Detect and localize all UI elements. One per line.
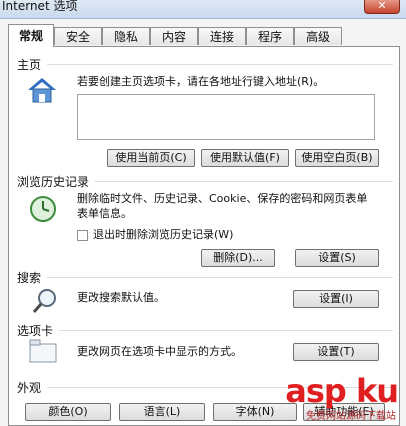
general-tab-panel: 主页 若要创建主页选项卡，请在各地址行键入地址(R)。 使用当前页(C) 使用默… [8, 46, 400, 426]
search-description: 更改搜索默认值。 [77, 291, 165, 304]
languages-button[interactable]: 语言(L) [119, 403, 205, 421]
tab-content[interactable]: 内容 [150, 27, 198, 45]
homepage-address-input[interactable] [77, 94, 375, 140]
use-default-button[interactable]: 使用默认值(F) [201, 149, 289, 167]
use-current-button[interactable]: 使用当前页(C) [107, 149, 195, 167]
homepage-description: 若要创建主页选项卡，请在各地址行键入地址(R)。 [77, 75, 325, 88]
tab-general[interactable]: 常规 [8, 24, 54, 47]
watermark-subtitle: 免费网站源码下载站 [306, 411, 396, 422]
tab-security[interactable]: 安全 [54, 27, 102, 45]
appearance-section-label: 外观 [17, 381, 42, 395]
title-bar: Internet 选项 ✕ [0, 0, 406, 19]
tab-advanced[interactable]: 高级 [294, 27, 342, 45]
search-divider [47, 277, 393, 278]
homepage-divider [47, 64, 393, 65]
delete-on-exit-label[interactable]: 退出时删除浏览历史记录(W) [93, 227, 233, 242]
history-divider [95, 181, 393, 182]
tabs-settings-button[interactable]: 设置(T) [293, 343, 379, 361]
colors-button[interactable]: 颜色(O) [25, 403, 111, 421]
homepage-section-label: 主页 [17, 58, 42, 72]
history-section-label: 浏览历史记录 [17, 175, 90, 189]
home-icon [28, 78, 56, 103]
tabs-icon [29, 339, 57, 363]
history-description-line1: 删除临时文件、历史记录、Cookie、保存的密码和网页表单 [77, 192, 368, 205]
tab-strip: 常规 安全 隐私 内容 连接 程序 高级 [8, 24, 400, 47]
tabs-section-label: 选项卡 [17, 324, 54, 338]
tab-programs[interactable]: 程序 [246, 27, 294, 45]
delete-on-exit-checkbox[interactable] [77, 230, 88, 241]
history-description-line2: 表单信息。 [77, 207, 132, 220]
history-settings-button[interactable]: 设置(S) [295, 249, 379, 267]
tab-connections[interactable]: 连接 [198, 27, 246, 45]
tabs-divider [59, 330, 393, 331]
tab-privacy[interactable]: 隐私 [102, 27, 150, 45]
history-clock-icon [30, 196, 56, 222]
delete-history-button[interactable]: 删除(D)... [201, 249, 275, 267]
close-button[interactable]: ✕ [364, 0, 400, 14]
search-settings-button[interactable]: 设置(I) [293, 290, 379, 308]
window-title: Internet 选项 [2, 0, 78, 13]
magnifier-icon [32, 289, 56, 313]
use-blank-button[interactable]: 使用空白页(B) [295, 149, 379, 167]
tabs-description: 更改网页在选项卡中显示的方式。 [77, 345, 242, 358]
watermark-logo: asp ku [285, 372, 399, 410]
search-section-label: 搜索 [17, 271, 42, 285]
